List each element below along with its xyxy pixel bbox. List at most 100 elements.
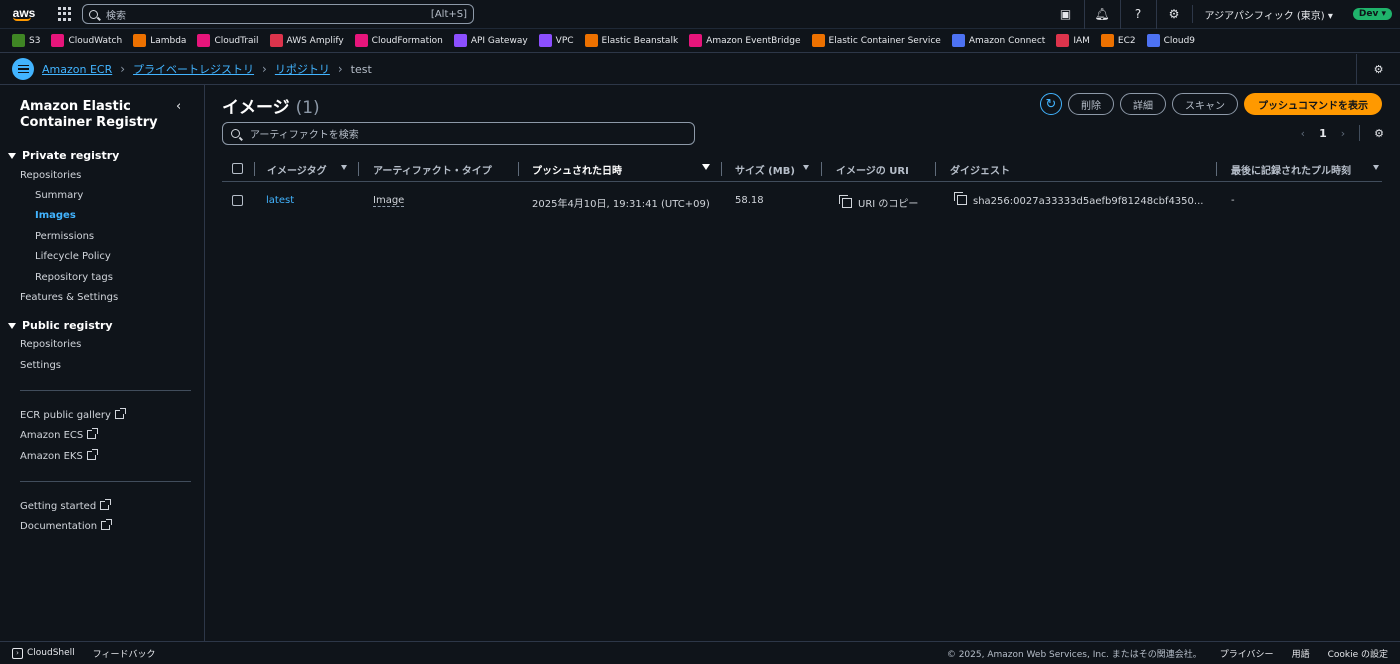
sidebar-item-permissions[interactable]: Permissions	[35, 231, 94, 242]
sort-caret-icon[interactable]	[341, 165, 347, 170]
cloudshell-button[interactable]: › CloudShell	[12, 647, 75, 659]
favorite-lambda[interactable]: Lambda	[133, 34, 186, 47]
sidebar-link-getting-started[interactable]: Getting started	[20, 499, 112, 512]
favorite-cloudwatch[interactable]: CloudWatch	[51, 34, 122, 47]
sidebar-divider	[20, 481, 191, 482]
page-number[interactable]: 1	[1319, 127, 1327, 140]
favorite-cloudtrail[interactable]: CloudTrail	[197, 34, 259, 47]
image-count: (1)	[295, 98, 320, 118]
service-icon	[269, 34, 283, 47]
image-tag-link[interactable]: latest	[266, 195, 294, 206]
global-search-input[interactable]: 検索 [Alt+S]	[82, 4, 474, 24]
search-icon	[89, 9, 98, 19]
notifications-bell-icon[interactable]: 🔔︎	[1083, 0, 1120, 29]
sidebar-item-images[interactable]: Images	[35, 210, 76, 221]
account-menu[interactable]: Dev ▾	[1352, 8, 1392, 20]
panel-settings-icon[interactable]: ⚙	[1356, 53, 1400, 85]
sidebar-item-summary[interactable]: Summary	[35, 190, 83, 201]
breadcrumb-repositories[interactable]: リポジトリ	[275, 61, 330, 77]
sidebar-divider	[20, 390, 191, 391]
details-button[interactable]: 詳細	[1120, 93, 1166, 115]
sort-caret-icon[interactable]	[1373, 165, 1379, 170]
service-icon	[51, 34, 65, 47]
cloudshell-icon[interactable]: ▣	[1048, 0, 1084, 29]
sidebar-link-amazon-ecs[interactable]: Amazon ECS	[20, 428, 99, 441]
main-content: イメージ (1) ↻ 削除 詳細 スキャン プッシュコマンドを表示 アーティファ…	[206, 85, 1400, 641]
refresh-icon[interactable]: ↻	[1040, 93, 1062, 115]
public-registry-section[interactable]: Public registry	[8, 319, 113, 332]
service-icon	[197, 34, 211, 47]
help-icon[interactable]: ?	[1119, 0, 1156, 29]
close-nav-icon[interactable]: ‹	[176, 99, 181, 114]
sidebar-link-ecr-public-gallery[interactable]: ECR public gallery	[20, 408, 126, 421]
search-icon	[231, 129, 240, 138]
favorite-cloudformation[interactable]: CloudFormation	[354, 34, 443, 47]
copy-icon	[839, 195, 852, 208]
image-size: 58.18	[735, 195, 764, 206]
terms-link[interactable]: 用語	[1292, 647, 1310, 660]
sidebar-item-lifecycle-policy[interactable]: Lifecycle Policy	[35, 251, 111, 262]
copy-digest-button[interactable]: sha256:0027a33333d5aefb9f81248cbf4350...	[954, 192, 1203, 207]
sidebar-item-repository-tags[interactable]: Repository tags	[35, 272, 113, 283]
cloudshell-icon: ›	[12, 647, 23, 659]
sidebar-item-public-repositories[interactable]: Repositories	[20, 339, 81, 350]
favorite-elastic-beanstalk[interactable]: Elastic Beanstalk	[584, 34, 678, 47]
service-icon	[1056, 34, 1070, 47]
sidebar-link-amazon-eks[interactable]: Amazon EKS	[20, 449, 98, 462]
favorite-iam[interactable]: IAM	[1056, 34, 1090, 47]
copy-icon	[954, 192, 967, 205]
prev-page-icon[interactable]: ‹	[1301, 127, 1305, 140]
next-page-icon[interactable]: ›	[1341, 127, 1345, 140]
feedback-link[interactable]: フィードバック	[93, 647, 156, 660]
privacy-link[interactable]: プライバシー	[1220, 647, 1274, 660]
sidebar-item-repositories[interactable]: Repositories	[20, 170, 81, 181]
favorite-api-gateway[interactable]: API Gateway	[453, 34, 528, 47]
sidebar-item-public-settings[interactable]: Settings	[20, 360, 61, 371]
artifact-search-input[interactable]: アーティファクトを検索	[222, 122, 695, 145]
scan-button[interactable]: スキャン	[1172, 93, 1238, 115]
sidebar-item-features-settings[interactable]: Features & Settings	[20, 292, 118, 303]
table-header: イメージタグ アーティファクト・タイプ プッシュされた日時 サイズ (MB) イ…	[222, 156, 1382, 182]
column-image-uri[interactable]: イメージの URI	[836, 162, 909, 177]
favorite-amazon-eventbridge[interactable]: Amazon EventBridge	[689, 34, 801, 47]
side-nav-toggle-icon[interactable]	[12, 58, 34, 80]
row-checkbox[interactable]	[232, 195, 243, 206]
favorite-aws-amplify[interactable]: AWS Amplify	[269, 34, 344, 47]
favorite-s3[interactable]: S3	[12, 34, 40, 47]
aws-logo[interactable]: aws	[0, 0, 48, 29]
sidebar-link-documentation[interactable]: Documentation	[20, 519, 113, 532]
view-push-commands-button[interactable]: プッシュコマンドを表示	[1244, 93, 1382, 115]
services-grid-icon[interactable]	[58, 7, 72, 21]
footer: › CloudShell フィードバック © 2025, Amazon Web S…	[0, 641, 1400, 664]
delete-button[interactable]: 削除	[1068, 93, 1114, 115]
favorite-ec2[interactable]: EC2	[1100, 34, 1136, 47]
copy-uri-button[interactable]: URI のコピー	[839, 195, 918, 210]
favorite-cloud9[interactable]: Cloud9	[1146, 34, 1195, 47]
side-navigation: Amazon Elastic Container Registry ‹ Priv…	[0, 85, 205, 641]
column-last-pull[interactable]: 最後に記録されたプル時刻	[1231, 162, 1351, 177]
external-link-icon	[101, 519, 113, 530]
page-title: イメージ (1)	[222, 98, 320, 118]
sort-caret-icon[interactable]	[803, 165, 809, 170]
breadcrumb-private-registry[interactable]: プライベートレジストリ	[133, 61, 254, 77]
side-nav-title[interactable]: Amazon Elastic Container Registry	[20, 99, 170, 131]
column-artifact-type[interactable]: アーティファクト・タイプ	[373, 162, 492, 177]
breadcrumb-amazon-ecr[interactable]: Amazon ECR	[42, 63, 112, 76]
select-all-checkbox[interactable]	[232, 163, 243, 174]
favorite-amazon-connect[interactable]: Amazon Connect	[951, 34, 1045, 47]
service-icon	[811, 34, 825, 47]
table-preferences-gear-icon[interactable]: ⚙	[1374, 127, 1384, 140]
favorite-vpc[interactable]: VPC	[538, 34, 574, 47]
column-pushed-at[interactable]: プッシュされた日時	[532, 162, 622, 177]
pagination: ‹ 1 › ⚙	[1301, 125, 1384, 141]
column-image-tag[interactable]: イメージタグ	[267, 162, 327, 177]
service-icon	[133, 34, 147, 47]
favorite-elastic-container-service[interactable]: Elastic Container Service	[811, 34, 941, 47]
region-selector[interactable]: アジアパシフィック (東京) ▾	[1191, 5, 1345, 23]
private-registry-section[interactable]: Private registry	[8, 149, 119, 162]
settings-gear-icon[interactable]: ⚙	[1155, 0, 1192, 29]
cookie-settings-link[interactable]: Cookie の設定	[1328, 647, 1388, 660]
sort-desc-icon[interactable]	[702, 164, 710, 170]
column-size[interactable]: サイズ (MB)	[735, 162, 795, 177]
column-digest[interactable]: ダイジェスト	[950, 162, 1010, 177]
